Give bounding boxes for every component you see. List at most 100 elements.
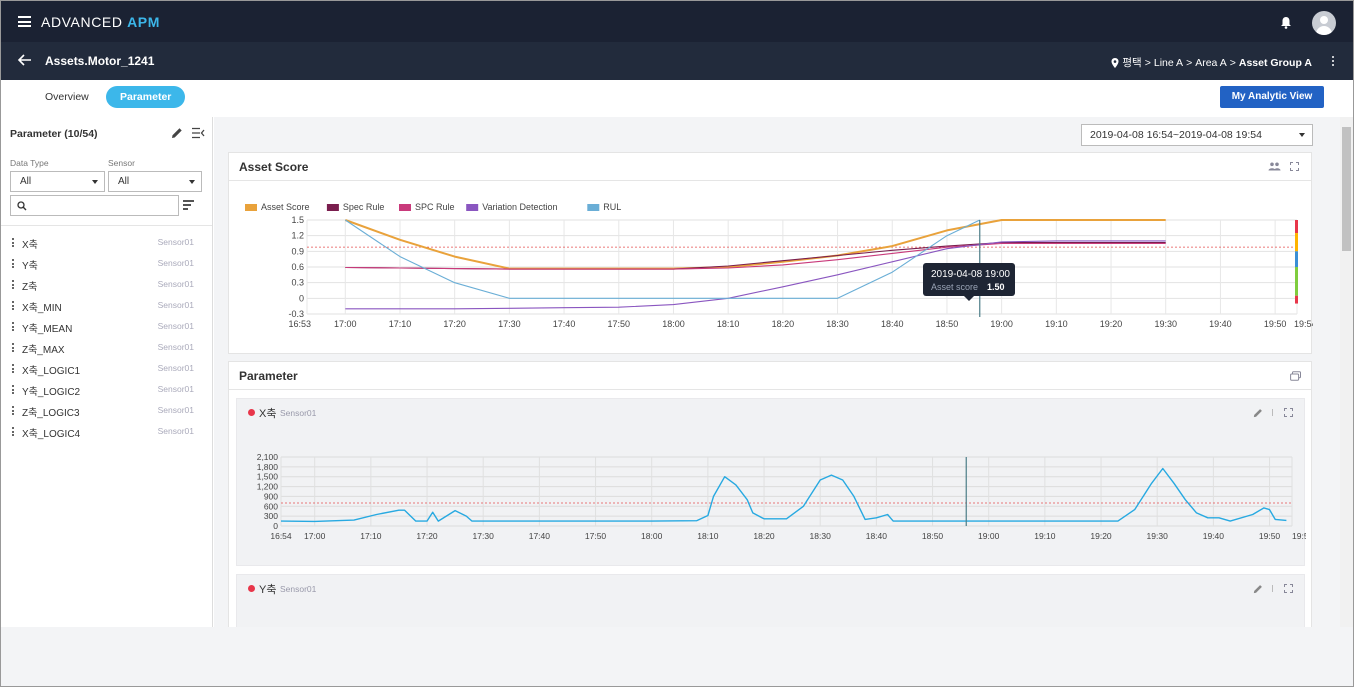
sensor-select[interactable]: All [108, 171, 202, 192]
data-type-label: Data Type [10, 158, 49, 168]
parameter-list-item[interactable]: Z축 Sensor01 [1, 275, 212, 296]
status-strip-segment [1295, 220, 1298, 234]
asset-title: Assets.Motor_1241 [45, 54, 155, 68]
chevron-down-icon [92, 180, 98, 184]
parameter-sensor: Sensor01 [157, 342, 194, 352]
parameter-list-item[interactable]: Y축_LOGIC2 Sensor01 [1, 380, 212, 401]
x-tick-label: 19:10 [1034, 531, 1056, 541]
drag-handle-icon[interactable] [12, 427, 14, 436]
back-arrow-icon[interactable] [17, 52, 33, 68]
drag-handle-icon[interactable] [12, 238, 14, 247]
asset-score-chart: Asset Score Spec Rule SPC Rule Variation De… [245, 202, 1313, 329]
drag-handle-icon[interactable] [12, 343, 14, 352]
legend-label: RUL [603, 202, 621, 212]
parameter-list-item[interactable]: X축 Sensor01 [1, 233, 212, 254]
x-tick-label: 17:10 [389, 319, 412, 329]
x-tick-label: 17:30 [498, 319, 521, 329]
x-tick-label: 16:53 [288, 319, 311, 329]
pencil-icon[interactable] [1253, 408, 1263, 418]
people-icon[interactable] [1268, 162, 1281, 171]
parameter-list-item[interactable]: Z축_LOGIC3 Sensor01 [1, 401, 212, 422]
drag-handle-icon[interactable] [12, 364, 14, 373]
avatar[interactable] [1312, 11, 1336, 35]
legend-item: SPC Rule [399, 202, 455, 212]
drag-handle-icon[interactable] [12, 301, 14, 310]
more-vertical-icon[interactable] [1332, 56, 1335, 68]
x-tick-label: 19:50 [1259, 531, 1281, 541]
y-tick-label: 1,200 [257, 482, 279, 492]
parameter-sensor: Sensor01 [157, 258, 194, 268]
scrollbar-thumb[interactable] [1342, 127, 1351, 251]
x-tick-label: 17:50 [608, 319, 631, 329]
bell-icon[interactable] [1280, 16, 1292, 29]
tab-parameter[interactable]: Parameter [106, 86, 186, 108]
x-tick-label: 18:50 [936, 319, 959, 329]
search-input[interactable] [10, 195, 179, 216]
sort-icon[interactable] [183, 200, 194, 210]
panel-title: Parameter [239, 369, 298, 383]
my-analytic-view-button[interactable]: My Analytic View [1220, 86, 1324, 108]
panel-title: Asset Score [239, 160, 309, 174]
layers-icon[interactable] [1290, 371, 1301, 381]
status-strip-segment [1295, 233, 1298, 252]
parameter-card-x: X축 Sensor01 2,100 1,800 1,500 1,200 900 600 30… [236, 398, 1306, 566]
parameter-list-item[interactable]: X축_LOGIC4 Sensor01 [1, 422, 212, 443]
tooltip-time: 2019-04-08 19:00 [931, 269, 1010, 280]
breadcrumb-item[interactable]: Area A [1195, 57, 1227, 69]
parameter-list-item[interactable]: Y축 Sensor01 [1, 254, 212, 275]
drag-handle-icon[interactable] [12, 322, 14, 331]
x-tick-label: 18:00 [662, 319, 685, 329]
x-tick-label: 19:50 [1264, 319, 1287, 329]
x-tick-label: 19:40 [1209, 319, 1232, 329]
x-tick-label: 19:54 [1292, 531, 1306, 541]
pencil-icon[interactable] [1253, 584, 1263, 594]
parameter-name: X축_MIN [22, 303, 62, 314]
y-tick-label: 1.2 [291, 231, 304, 241]
x-tick-label: 18:30 [810, 531, 832, 541]
x-tick-label: 19:20 [1100, 319, 1123, 329]
date-range-select[interactable]: 2019-04-08 16:54~2019-04-08 19:54 [1081, 124, 1313, 146]
card-sensor: Sensor01 [280, 408, 317, 418]
asset-score-panel: Asset Score Asset Score Spec Rule SPC Rule… [228, 152, 1313, 354]
breadcrumb-item[interactable]: 평택 [1122, 55, 1141, 70]
y-tick-label: 0 [273, 521, 278, 531]
parameter-list-item[interactable]: Y축_MEAN Sensor01 [1, 317, 212, 338]
tab-overview[interactable]: Overview [31, 86, 103, 108]
parameter-card-y: Y축 Sensor01 [236, 574, 1305, 627]
y-tick-label: 900 [264, 491, 278, 501]
data-type-select[interactable]: All [10, 171, 105, 192]
tab-bar: Overview Parameter My Analytic View [1, 80, 1353, 117]
parameter-list: X축 Sensor01 Y축 Sensor01 Z축 Sensor01 X축_MIN Sens… [1, 233, 212, 443]
x-tick-label: 18:20 [772, 319, 795, 329]
legend-label: Variation Detection [482, 202, 557, 212]
legend-label: SPC Rule [415, 202, 455, 212]
breadcrumb-current[interactable]: Asset Group A [1239, 57, 1312, 69]
parameter-sensor: Sensor01 [157, 237, 194, 247]
parameter-list-item[interactable]: X축_LOGIC1 Sensor01 [1, 359, 212, 380]
main-scrollbar[interactable] [1340, 117, 1353, 627]
y-tick-label: 0 [299, 293, 304, 303]
parameter-sidebar: Parameter (10/54) Data Type Sensor All A… [1, 117, 213, 627]
pencil-icon[interactable] [171, 127, 183, 139]
legend-item: Variation Detection [466, 202, 558, 212]
fullscreen-icon[interactable] [1290, 162, 1299, 171]
x-tick-label: 18:10 [697, 531, 719, 541]
legend-item: RUL [587, 202, 621, 212]
y-tick-label: 0.3 [291, 278, 304, 288]
parameter-list-item[interactable]: X축_MIN Sensor01 [1, 296, 212, 317]
app-window: ADVANCED APM Assets.Motor_1241 평택 > Line… [0, 0, 1354, 687]
drag-handle-icon[interactable] [12, 385, 14, 394]
collapse-list-icon[interactable] [191, 127, 205, 139]
x-tick-label: 19:10 [1045, 319, 1068, 329]
fullscreen-icon[interactable] [1284, 584, 1293, 593]
drag-handle-icon[interactable] [12, 259, 14, 268]
drag-handle-icon[interactable] [12, 280, 14, 289]
fullscreen-icon[interactable] [1284, 408, 1293, 417]
parameter-sensor: Sensor01 [157, 405, 194, 415]
x-tick-label: 17:00 [304, 531, 326, 541]
x-tick-label: 16:54 [270, 531, 292, 541]
drag-handle-icon[interactable] [12, 406, 14, 415]
breadcrumb-item[interactable]: Line A [1154, 57, 1183, 69]
parameter-list-item[interactable]: Z축_MAX Sensor01 [1, 338, 212, 359]
menu-icon[interactable] [18, 16, 31, 27]
